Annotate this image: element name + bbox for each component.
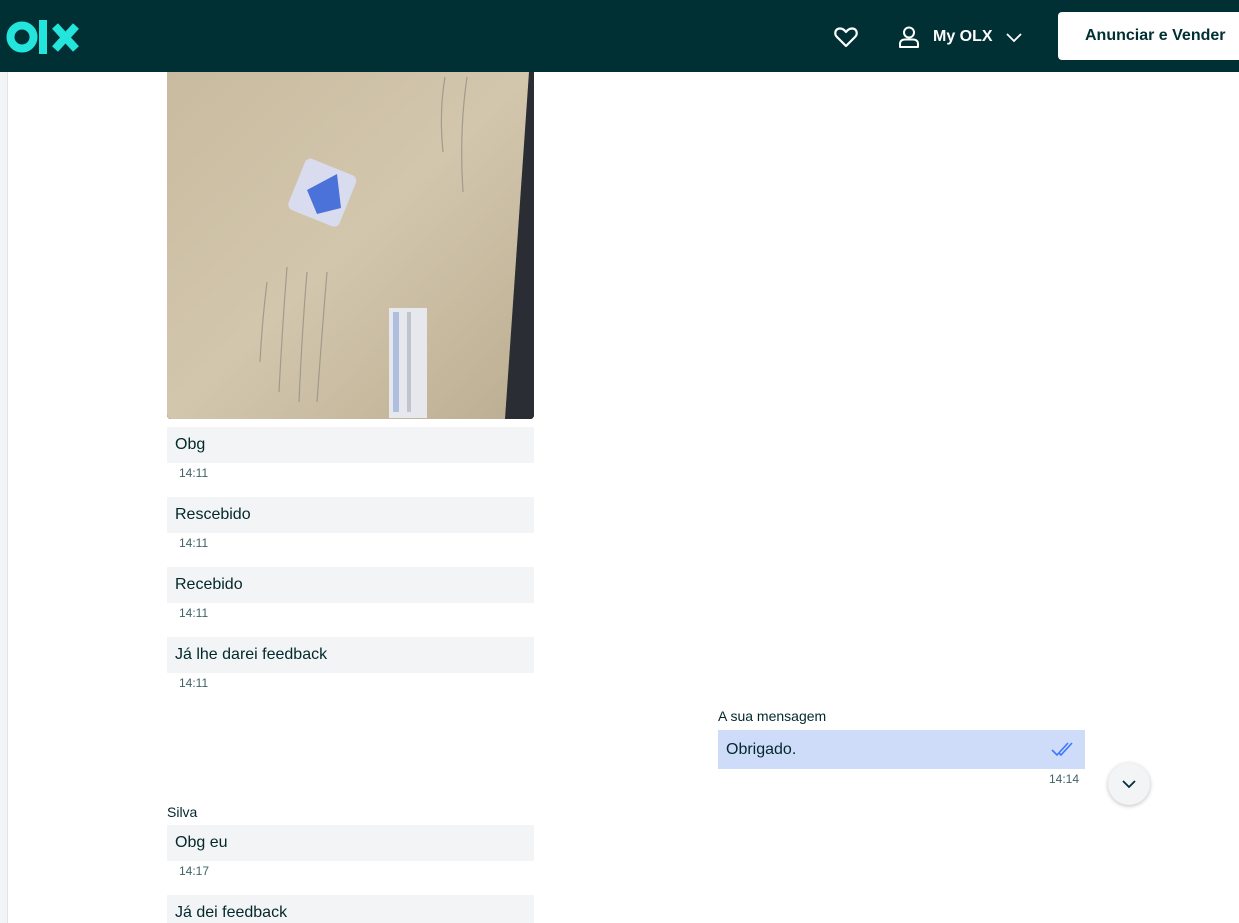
package-photo-illustration: [167, 72, 534, 419]
my-olx-label: My OLX: [933, 28, 993, 45]
message-bubble: Já dei feedback: [167, 895, 534, 923]
chevron-down-icon: [1122, 780, 1136, 789]
message-text: Já lhe darei feedback: [175, 646, 328, 663]
sender-name: Silva: [167, 804, 198, 820]
user-icon: [899, 26, 919, 48]
received-photo[interactable]: [167, 72, 534, 419]
my-olx-menu[interactable]: My OLX: [897, 22, 1023, 52]
message-bubble: Já lhe darei feedback: [167, 637, 534, 673]
olx-logo[interactable]: [6, 18, 80, 56]
own-message-label: A sua mensagem: [718, 708, 827, 724]
message-time: 14:17: [179, 864, 210, 878]
message-text: Já dei feedback: [175, 904, 288, 921]
message-bubble: Obg: [167, 427, 534, 463]
message-bubble: Rescebido: [167, 497, 534, 533]
message-text: Obg: [175, 436, 206, 453]
chevron-down-icon: [1005, 33, 1022, 43]
scroll-to-bottom-button[interactable]: [1108, 763, 1150, 805]
sell-button[interactable]: Anunciar e Vender: [1058, 12, 1239, 60]
message-text: Recebido: [175, 576, 243, 593]
message-bubble: Recebido: [167, 567, 534, 603]
message-time: 14:11: [179, 466, 209, 480]
message-text: Obrigado.: [726, 740, 797, 758]
heart-icon[interactable]: [833, 24, 859, 50]
message-time: 14:11: [179, 606, 209, 620]
double-check-icon: [1051, 742, 1073, 757]
left-panel-edge: [0, 72, 8, 923]
message-text: Rescebido: [175, 506, 251, 523]
message-text: Obg eu: [175, 834, 228, 851]
top-navigation-bar: My OLX Anunciar e Vender: [0, 0, 1239, 72]
message-bubble: Obg eu: [167, 825, 534, 861]
own-message-bubble: Obrigado.: [718, 730, 1085, 769]
message-time: 14:11: [179, 676, 209, 690]
message-time: 14:11: [179, 536, 209, 550]
message-time: 14:14: [1049, 772, 1080, 786]
